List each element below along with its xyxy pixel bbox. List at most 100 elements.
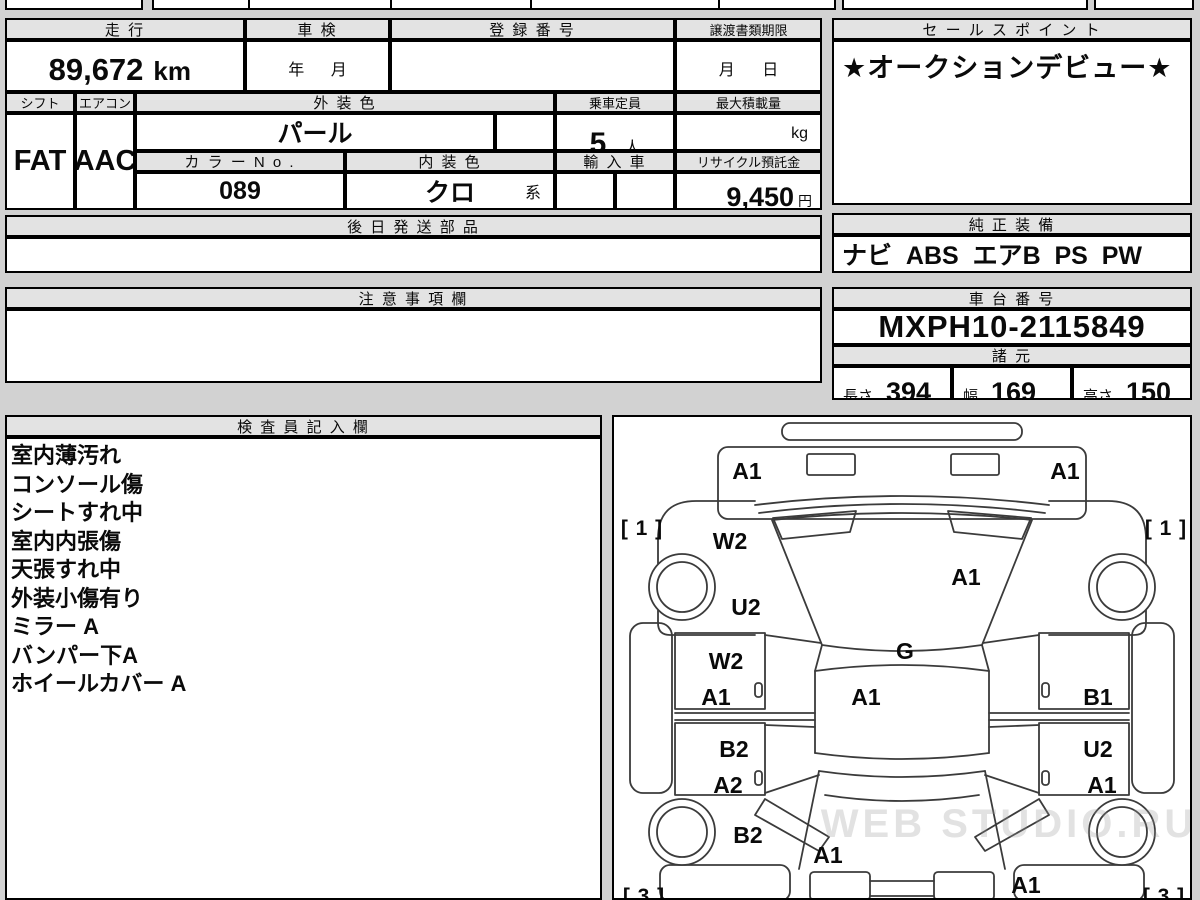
equipment-value: ナビ ABS エアB PS PW	[832, 235, 1192, 273]
caution-value	[5, 309, 822, 383]
top-row-fragment	[152, 0, 836, 10]
inspector-header: 検 査 員 記 入 欄	[5, 415, 602, 437]
specs-header: 諸 元	[832, 345, 1192, 366]
damage-diagram-box: WEB STUDIO.RU A1 A1 [ 1 ] [ 1 ] W2 U2 A1 G W2 A1 A…	[612, 415, 1193, 900]
spec-width: 幅 169	[952, 366, 1072, 400]
damage-code-label: B1	[1083, 684, 1113, 710]
spec-height-value: 150	[1126, 377, 1172, 400]
damage-code-label: U2	[1083, 736, 1112, 762]
spec-height-label: 高さ	[1083, 388, 1114, 400]
damage-code-label: G	[896, 638, 914, 664]
exterior-color-header: 外 装 色	[135, 92, 555, 113]
damage-code-label: A1	[1050, 458, 1080, 484]
top-row-divider	[390, 0, 392, 10]
damage-code-label: B2	[719, 736, 748, 762]
shift-value: FAT	[5, 113, 75, 210]
recycle-unit: 円	[798, 193, 812, 209]
top-row-divider	[530, 0, 532, 10]
top-row-divider	[248, 0, 250, 10]
mileage-value: 89,672 km	[5, 40, 245, 92]
damage-code-label: A1	[1011, 872, 1041, 898]
damage-code-label: [ 1 ]	[621, 517, 663, 540]
recycle-header: リサイクル預託金	[675, 151, 822, 172]
transfer-month-label: 月	[718, 62, 735, 79]
registration-header: 登 録 番 号	[390, 18, 675, 40]
imported-value-cell	[615, 172, 675, 210]
fog-lamp-left	[806, 453, 856, 476]
inspection-header: 車 検	[245, 18, 390, 40]
capacity-unit: 人	[624, 140, 641, 151]
imported-header: 輸 入 車	[555, 151, 675, 172]
auction-sheet: 走 行 車 検 登 録 番 号 譲渡書類期限 89,672 km 年 月 月 日…	[0, 0, 1200, 900]
sales-point-value: ★オークションデビュー★	[832, 40, 1192, 205]
inspector-note-line: 室内内張傷	[11, 528, 122, 554]
transfer-deadline-value: 月 日	[675, 40, 822, 92]
damage-code-label: A1	[1087, 772, 1117, 798]
top-row-fragment	[1094, 0, 1194, 10]
inspector-note-line: 室内薄汚れ	[11, 443, 122, 468]
damage-code-label: A2	[713, 772, 742, 798]
exterior-color-extra-cell	[495, 113, 555, 151]
top-row-divider	[718, 0, 720, 10]
equipment-header: 純 正 装 備	[832, 213, 1192, 235]
spec-length-value: 394	[886, 377, 932, 400]
door-handles	[754, 682, 1050, 786]
mileage-number: 89,672	[48, 52, 144, 87]
inspector-note-line: ミラー A	[11, 614, 100, 639]
top-row-fragment	[5, 0, 143, 10]
fog-lamp-right	[950, 453, 1000, 476]
exterior-color-value: パール	[135, 113, 495, 151]
imported-value-cell	[555, 172, 615, 210]
inspector-note-line: ホイールカバー A	[11, 671, 187, 696]
damage-code-label: A1	[732, 458, 762, 484]
color-no-header: カ ラ ー N o .	[135, 151, 345, 172]
mileage-header: 走 行	[5, 18, 245, 40]
later-parts-value	[5, 237, 822, 273]
chassis-value: MXPH10-2115849	[832, 309, 1192, 345]
inspector-note-line: 外装小傷有り	[11, 585, 144, 611]
max-load-header: 最大積載量	[675, 92, 822, 113]
inspector-notes: 室内薄汚れ コンソール傷 シートすれ中 室内内張傷 天張すれ中 外装小傷有り ミラー A バン…	[5, 437, 602, 900]
later-parts-header: 後 日 発 送 部 品	[5, 215, 822, 237]
inspector-note-line: バンパー下A	[11, 642, 138, 668]
interior-color-value: クロ 系	[345, 172, 555, 210]
aircon-value: AAC	[75, 113, 135, 210]
damage-code-label: A1	[951, 564, 981, 590]
max-load-value: kg	[675, 113, 822, 151]
watermark: WEB STUDIO.RU	[821, 802, 1190, 846]
damage-code-label: B2	[733, 822, 762, 848]
inspector-note-line: 天張すれ中	[11, 557, 122, 582]
shift-header: シフト	[5, 92, 75, 113]
capacity-header: 乗車定員	[555, 92, 675, 113]
damage-code-label: A1	[813, 842, 843, 868]
transfer-day-label: 日	[762, 62, 779, 79]
damage-code-label: A1	[701, 684, 731, 710]
capacity-number: 5	[589, 127, 607, 151]
damage-code-label: [ 3 ]	[623, 885, 665, 898]
spec-height: 高さ 150	[1072, 366, 1192, 400]
damage-code-label: A1	[851, 684, 881, 710]
inspector-note-line: コンソール傷	[11, 471, 144, 497]
damage-code-label: [ 3 ]	[1143, 885, 1185, 898]
spec-length: 長さ 394	[832, 366, 952, 400]
spec-width-value: 169	[991, 377, 1037, 400]
capacity-value: 5 人	[555, 113, 675, 151]
damage-code-label: W2	[713, 528, 748, 554]
recycle-amount: 9,450	[726, 182, 794, 210]
mileage-unit: km	[153, 56, 191, 86]
damage-code-label: W2	[709, 648, 744, 674]
inspection-month-label: 月	[330, 62, 347, 79]
color-no-value: 089	[135, 172, 345, 210]
aircon-header: エアコン	[75, 92, 135, 113]
inspection-year-label: 年	[288, 62, 305, 79]
spec-length-label: 長さ	[843, 388, 874, 400]
recycle-value: 9,450 円	[675, 172, 822, 210]
caution-header: 注 意 事 項 欄	[5, 287, 822, 309]
transfer-deadline-header: 譲渡書類期限	[675, 18, 822, 40]
interior-color-header: 内 装 色	[345, 151, 555, 172]
spec-width-label: 幅	[963, 388, 979, 400]
chassis-header: 車 台 番 号	[832, 287, 1192, 309]
interior-color-name: クロ	[424, 179, 475, 207]
sales-point-header: セ ー ル ス ポ イ ン ト	[832, 18, 1192, 40]
damage-code-label: [ 1 ]	[1145, 517, 1187, 540]
